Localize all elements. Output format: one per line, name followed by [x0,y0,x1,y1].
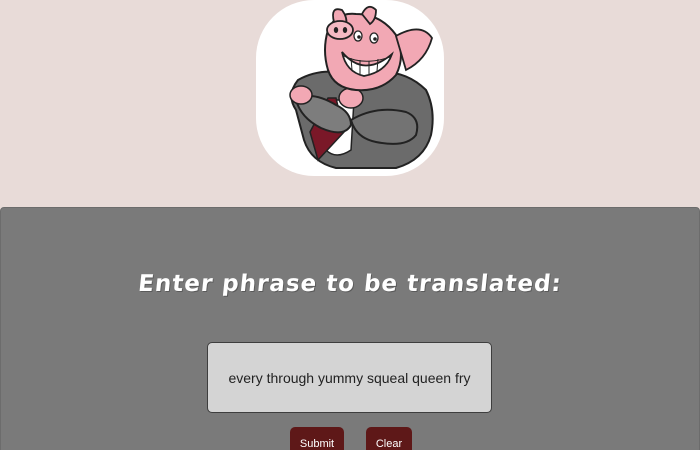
prompt-heading: Enter phrase to be translated: [136,271,564,297]
page: Enter phrase to be translated: Submit Cl… [0,0,700,450]
clear-button[interactable]: Clear [366,427,412,450]
translator-panel: Enter phrase to be translated: Submit Cl… [0,207,700,450]
header [0,0,700,207]
logo [256,0,444,176]
pig-in-suit-mascot-icon [289,5,434,169]
phrase-input[interactable] [207,342,492,413]
submit-button[interactable]: Submit [290,427,344,450]
